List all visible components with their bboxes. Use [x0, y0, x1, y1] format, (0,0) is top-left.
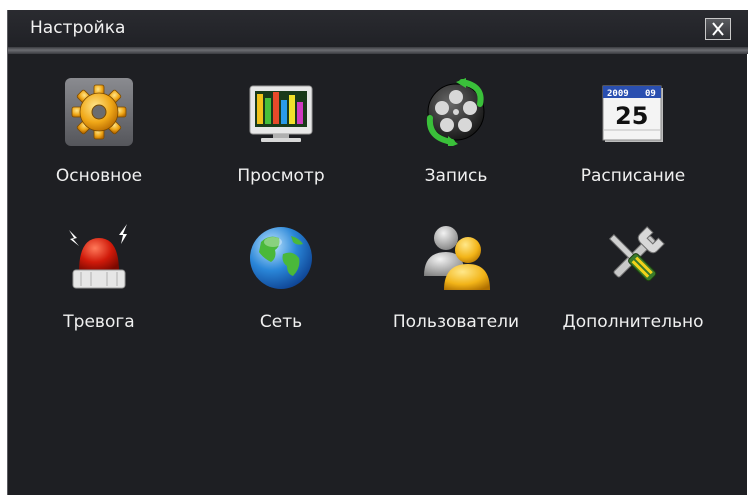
menu-item-record[interactable]: Запись — [371, 78, 541, 208]
menu-item-advanced[interactable]: Дополнительно — [548, 224, 718, 354]
menu-item-schedule[interactable]: 2009 09 25 Расписание — [548, 78, 718, 208]
monitor-icon — [249, 85, 313, 142]
close-icon — [712, 22, 724, 36]
close-button[interactable] — [705, 18, 731, 40]
settings-window: Настройка Основное Просмотр Запись 2009 … — [7, 10, 748, 495]
calendar-year: 2009 — [607, 89, 629, 99]
menu-item-label: Дополнительно — [562, 312, 704, 332]
menu-item-alarm[interactable]: Тревога — [14, 224, 184, 354]
film-reel-icon — [426, 78, 485, 146]
calendar-icon: 2009 09 25 — [602, 85, 663, 142]
title-bar: Настройка — [8, 10, 748, 47]
calendar-month: 09 — [645, 89, 656, 99]
calendar-day: 25 — [615, 102, 648, 130]
gear-icon — [65, 78, 133, 146]
menu-item-network[interactable]: Сеть — [196, 224, 366, 354]
menu-item-label: Пользователи — [392, 312, 520, 332]
menu-item-general[interactable]: Основное — [14, 78, 184, 208]
menu-item-label: Запись — [424, 166, 488, 186]
alarm-siren-icon — [69, 224, 127, 289]
menu-item-label: Тревога — [63, 312, 135, 332]
menu-item-label: Расписание — [580, 166, 686, 186]
tools-icon — [608, 226, 665, 282]
menu-item-label: Основное — [55, 166, 143, 186]
menu-item-view[interactable]: Просмотр — [196, 78, 366, 208]
window-title: Настройка — [30, 18, 126, 38]
title-separator — [8, 47, 748, 54]
users-icon — [424, 226, 490, 290]
menu-item-label: Просмотр — [237, 166, 325, 186]
menu-item-users[interactable]: Пользователи — [371, 224, 541, 354]
menu-item-label: Сеть — [259, 312, 303, 332]
globe-icon — [250, 227, 312, 289]
